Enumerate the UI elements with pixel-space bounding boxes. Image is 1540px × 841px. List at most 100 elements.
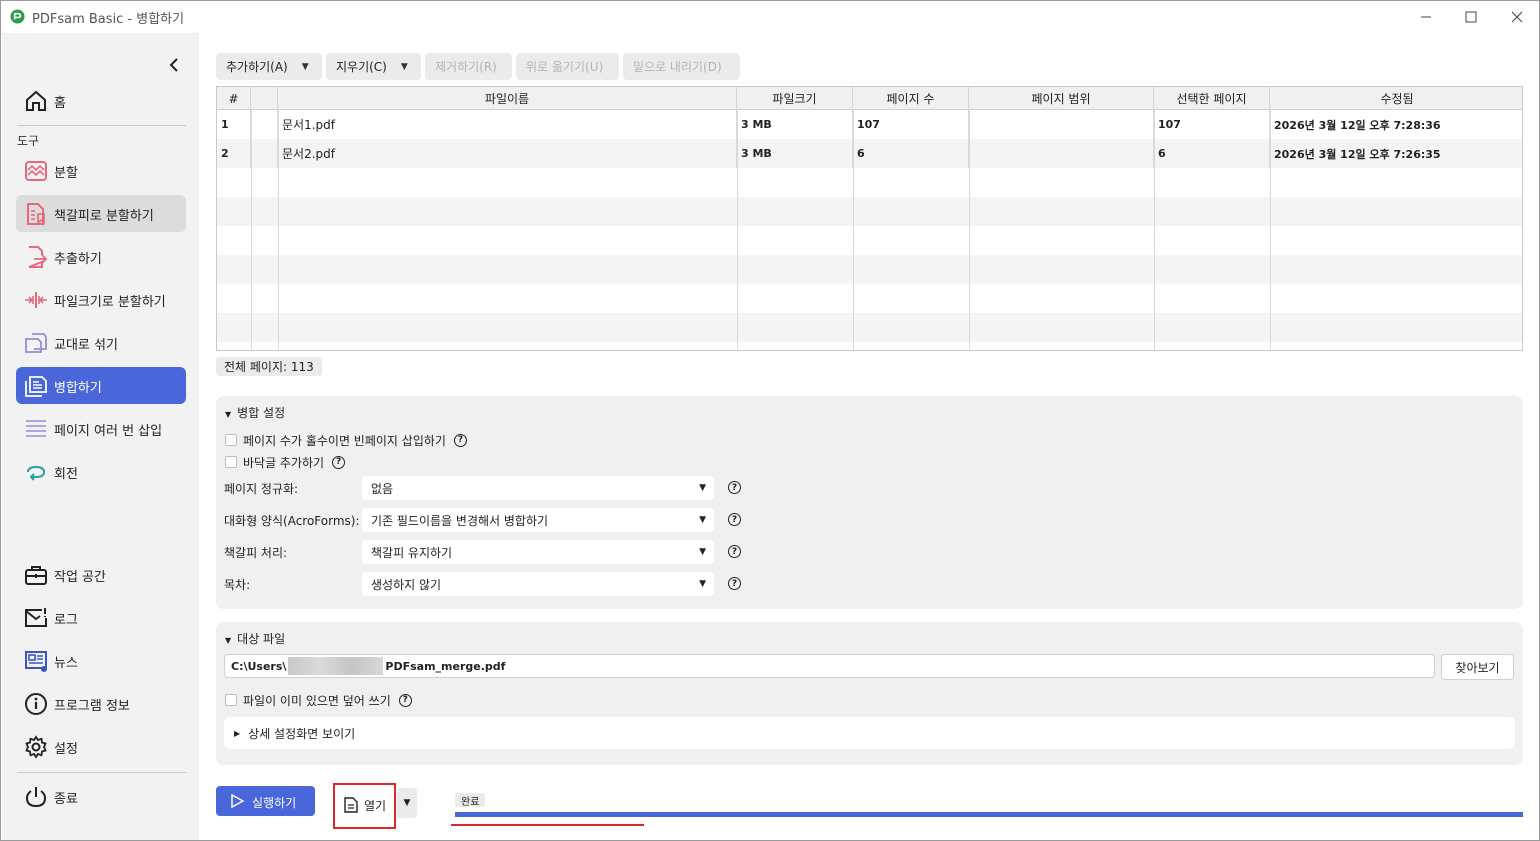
minimize-button[interactable] — [1403, 1, 1449, 33]
column-header-filename[interactable]: 파일이름 — [278, 87, 737, 110]
cell-selected-pages: 107 — [1154, 110, 1270, 139]
pdfsam-logo-icon — [10, 9, 25, 24]
sidebar-item-home[interactable]: 홈 — [16, 82, 186, 119]
empty-row — [217, 168, 1522, 197]
sidebar-item-label: 분할 — [54, 166, 78, 181]
open-button-label: 열기 — [364, 799, 387, 813]
cell-page-range[interactable] — [969, 139, 1154, 168]
move-up-button[interactable]: 위로 옮기기(U) — [516, 53, 619, 80]
table-row[interactable]: 2 문서2.pdf 3 MB 6 6 2026년 3월 12일 오후 7:26:… — [217, 139, 1522, 168]
cell-filename: 문서1.pdf — [278, 110, 737, 139]
normalize-select[interactable]: 없음 ▼ — [362, 476, 714, 500]
sidebar-item-extract[interactable]: 추출하기 — [16, 238, 186, 275]
acroforms-select[interactable]: 기존 필드이름을 변경해서 병합하기 ▼ — [362, 508, 714, 532]
overwrite-option[interactable]: 파일이 이미 있으면 덮어 쓰기 ? — [225, 691, 412, 709]
column-header-number[interactable]: # — [217, 87, 251, 110]
merge-icon — [25, 376, 47, 397]
acroforms-label: 대화형 양식(AcroForms): — [224, 514, 360, 528]
sidebar-item-merge[interactable]: 병합하기 — [16, 367, 186, 404]
footer-checkbox[interactable] — [225, 456, 237, 468]
alternate-mix-icon — [25, 333, 47, 353]
sidebar-item-info[interactable]: 프로그램 정보 — [16, 685, 186, 722]
destination-toggle[interactable]: ▼ 대상 파일 — [225, 630, 285, 647]
bookmarks-select[interactable]: 책갈피 유지하기 ▼ — [362, 540, 714, 564]
cell-thumb — [251, 139, 278, 168]
sidebar-item-alternate-mix[interactable]: 교대로 섞기 — [16, 324, 186, 361]
table-row[interactable]: 1 문서1.pdf 3 MB 107 107 2026년 3월 12일 오후 7… — [217, 110, 1522, 139]
sidebar-item-insert-pages[interactable]: 페이지 여러 번 삽입 — [16, 410, 186, 447]
add-button[interactable]: 추가하기(A) ▼ — [216, 53, 322, 80]
home-icon — [26, 90, 46, 111]
destination-panel: ▼ 대상 파일 C:\Users\ PDFsam_merge.pdf 찾아보기 파… — [216, 622, 1523, 765]
document-icon — [344, 797, 358, 813]
sidebar-item-label: 설정 — [54, 742, 78, 757]
help-icon[interactable]: ? — [728, 513, 741, 526]
open-dropdown-button[interactable]: ▼ — [397, 788, 417, 818]
column-header-pages[interactable]: 페이지 수 — [853, 87, 969, 110]
column-divider — [1154, 110, 1155, 350]
open-button[interactable]: 열기 — [333, 783, 396, 829]
run-button[interactable]: 실행하기 — [216, 786, 315, 816]
help-icon[interactable]: ? — [398, 693, 412, 707]
empty-row — [217, 284, 1522, 313]
help-icon[interactable]: ? — [728, 577, 741, 590]
chevron-down-icon: ▼ — [699, 483, 706, 493]
sidebar-item-rotate[interactable]: 회전 — [16, 453, 186, 490]
overwrite-checkbox[interactable] — [225, 694, 237, 706]
toc-select[interactable]: 생성하지 않기 ▼ — [362, 572, 714, 596]
footer-label: 바닥글 추가하기 — [243, 455, 325, 470]
sidebar-item-log[interactable]: 로그 — [16, 599, 186, 636]
destination-path-input[interactable]: C:\Users\ PDFsam_merge.pdf — [224, 654, 1435, 678]
collapse-sidebar-chevron-icon[interactable] — [165, 55, 185, 75]
file-table: # 파일이름 파일크기 페이지 수 페이지 범위 선택한 페이지 수정됨 1 문… — [216, 86, 1523, 351]
close-button[interactable] — [1494, 1, 1540, 33]
advanced-settings-label: 상세 설정화면 보이기 — [248, 726, 356, 741]
sidebar-item-split-by-size[interactable]: 파일크기로 분할하기 — [16, 281, 186, 318]
add-button-label: 추가하기(A) — [226, 60, 288, 74]
sidebar-item-label: 뉴스 — [54, 656, 78, 671]
help-icon[interactable]: ? — [332, 455, 346, 469]
blank-page-checkbox[interactable] — [225, 434, 237, 446]
column-header-thumb[interactable] — [251, 87, 278, 110]
empty-row — [217, 255, 1522, 284]
sidebar-item-quit[interactable]: 종료 — [16, 778, 186, 815]
help-icon[interactable]: ? — [728, 545, 741, 558]
power-icon — [25, 787, 47, 808]
column-header-filesize[interactable]: 파일크기 — [737, 87, 853, 110]
browse-button[interactable]: 찾아보기 — [1441, 654, 1514, 680]
sidebar-item-split[interactable]: 분할 — [16, 152, 186, 189]
sidebar-item-split-by-bookmarks[interactable]: 책갈피로 분할하기 — [16, 195, 186, 232]
sidebar-item-label: 종료 — [54, 792, 78, 807]
maximize-button[interactable] — [1448, 1, 1494, 33]
column-header-modified[interactable]: 수정됨 — [1270, 87, 1522, 110]
bookmarks-label: 책갈피 처리: — [224, 546, 288, 560]
empty-row — [217, 197, 1522, 226]
sidebar-item-label: 교대로 섞기 — [54, 338, 118, 353]
cell-page-range[interactable] — [969, 110, 1154, 139]
cell-pages: 6 — [853, 139, 969, 168]
column-header-page-range[interactable]: 페이지 범위 — [969, 87, 1154, 110]
status-badge: 완료 — [455, 793, 486, 808]
clear-button[interactable]: 지우기(C) ▼ — [326, 53, 421, 80]
sidebar-item-label: 파일크기로 분할하기 — [54, 295, 166, 310]
column-header-selected-pages[interactable]: 선택한 페이지 — [1154, 87, 1270, 110]
footer-option[interactable]: 바닥글 추가하기 ? — [225, 453, 346, 471]
chevron-down-icon: ▼ — [699, 579, 706, 589]
advanced-settings-toggle[interactable]: ▶ 상세 설정화면 보이기 — [224, 717, 1515, 749]
help-icon[interactable]: ? — [728, 481, 741, 494]
move-down-button[interactable]: 밑으로 내리기(D) — [623, 53, 740, 80]
remove-button[interactable]: 제거하기(R) — [425, 53, 512, 80]
cell-modified: 2026년 3월 12일 오후 7:26:35 — [1274, 147, 1441, 161]
clear-button-label: 지우기(C) — [336, 60, 387, 74]
column-divider — [969, 110, 970, 350]
help-icon[interactable]: ? — [453, 433, 467, 447]
log-icon — [25, 608, 47, 627]
sidebar-item-workspace[interactable]: 작업 공간 — [16, 556, 186, 593]
progress-fill — [455, 812, 1523, 817]
merge-settings-toggle[interactable]: ▼ 병합 설정 — [225, 404, 285, 421]
sidebar-item-news[interactable]: 뉴스 — [16, 642, 186, 679]
sidebar-item-settings[interactable]: 설정 — [16, 728, 186, 765]
acroforms-value: 기존 필드이름을 변경해서 병합하기 — [371, 513, 549, 528]
column-divider — [737, 110, 738, 350]
blank-page-option[interactable]: 페이지 수가 홀수이면 빈페이지 삽입하기 ? — [225, 431, 467, 449]
